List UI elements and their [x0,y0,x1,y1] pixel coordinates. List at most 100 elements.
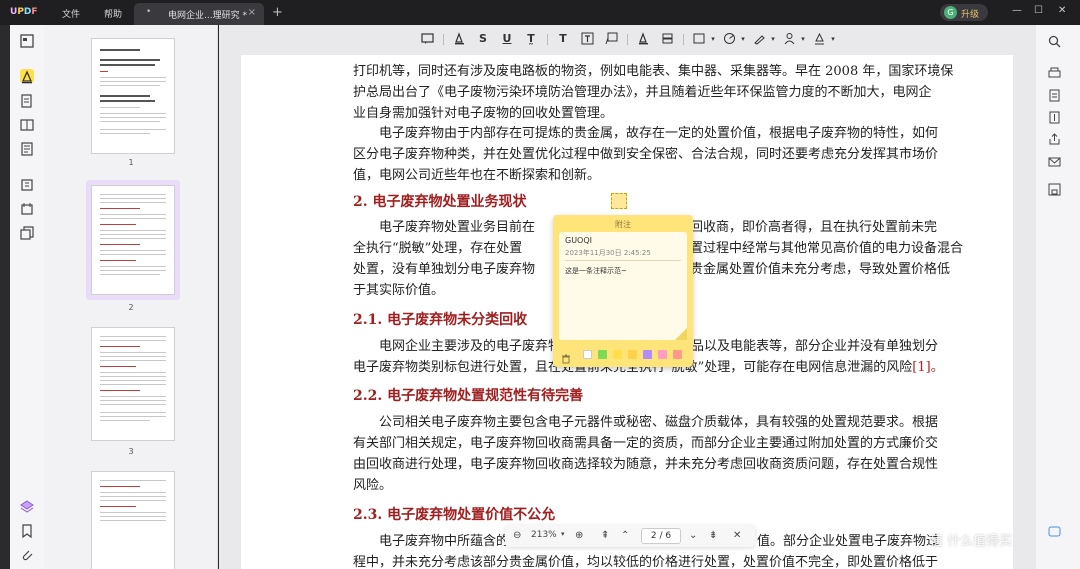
thumbnail-page-1[interactable] [91,38,175,154]
stamp-dropdown-icon[interactable]: ▾ [735,31,751,47]
color-swatch[interactable] [643,350,652,359]
color-swatch[interactable] [673,350,682,359]
save-icon[interactable] [1048,181,1061,196]
pages-stack-icon[interactable] [20,225,34,240]
text-tool-icon[interactable]: T [555,31,571,47]
callout-tool-icon[interactable] [603,31,619,47]
doc-line: 值。部分企业处置电子废弃物过 [757,534,940,549]
note-text[interactable]: 这是一条注释示范~ [565,266,627,276]
next-page-icon[interactable]: ⌄ [689,530,697,541]
thumbnail-page-2[interactable] [91,185,175,295]
bookmark-icon[interactable] [20,523,34,539]
signature-dropdown-icon[interactable]: ▾ [825,31,841,47]
form-icon[interactable] [20,141,34,156]
color-swatch[interactable] [613,350,622,359]
avatar: G [944,6,957,19]
section-heading: 2.3. 电子废弃物处置价值不公允 [353,507,556,523]
pencil-tool-icon[interactable] [635,31,651,47]
pen-dropdown-icon[interactable]: ▾ [765,31,781,47]
doc-line: 处置过程中经常与其他常见高价值的电力设备混合 [677,241,964,256]
doc-line: 风险。 [353,478,393,493]
maximize-icon[interactable]: ☐ [1034,5,1043,16]
color-swatch[interactable] [598,350,607,359]
thumbnail-number: 1 [128,158,134,167]
pdf-page: 打印机等，同时还有涉及废电路板的物资，例如电能表、集中器、采集器等。早在 200… [241,55,1013,569]
doc-line: 处置，没有单独划分电子废弃物 [353,262,536,277]
upgrade-label: 升级 [961,10,980,20]
attachment-icon[interactable] [20,547,34,561]
organize-pages-icon[interactable] [20,117,34,131]
right-tool-rail [1036,25,1080,569]
zoom-level[interactable]: 213% [531,530,557,540]
document-tab[interactable]: • 电网企业...理研究 * × [134,3,264,25]
note-body[interactable]: GUOQI 2023年11月30日 2:45:25 这是一条注释示范~ [559,232,687,340]
note-header: 附注 [615,220,631,229]
minimize-icon[interactable]: — [1012,5,1022,16]
doc-line: 值，电网公司近些年也在不断探索和创新。 [353,168,601,183]
protect-icon[interactable] [20,201,34,215]
doc-line: 由回收商进行处理，电子废弃物回收商选择较为随意，并未充分考虑回收商资质问题，存在… [353,457,939,472]
new-tab-icon[interactable]: + [272,5,283,20]
doc-line: 于其实际价值。 [353,283,445,298]
watermark: 值 什么值得买 [930,534,1013,549]
thumbnail-page-4[interactable] [91,471,175,569]
color-swatch[interactable] [658,350,667,359]
color-swatch[interactable] [583,350,592,359]
edit-pdf-icon[interactable] [20,93,34,108]
note-timestamp: 2023年11月30日 2:45:25 [565,249,651,257]
document-view: S U T̰ T ▾ ▾ ▾ ▾ ▾ 打印机等，同时还有涉及废电路板的物资，例如… [219,25,1036,569]
sticker-dropdown-icon[interactable]: ▾ [795,31,811,47]
print-icon[interactable] [1048,65,1061,78]
doc-line: 电子废弃物中所蕴含的 [353,534,510,549]
page-navigation-bar: ⊖ 213% ▾ ⊕ ⇞ ⌃ 2 / 6 ⌄ ⇟ ✕ [505,525,755,547]
doc-line: 有关部门相关规定，电子废弃物回收商需具备一定的资质，而部分企业主要通过附加处置的… [353,436,939,451]
doc-line: 业自身需加强针对电子废物的回收处置管理。 [353,106,614,121]
shape-dropdown-icon[interactable]: ▾ [705,31,721,47]
close-nav-icon[interactable]: ✕ [733,530,741,541]
previous-page-icon[interactable]: ⌃ [621,530,629,541]
doc-line: 认回收商，即价高者得，且在执行处置前未完 [677,220,938,235]
comment-tool-icon[interactable] [20,69,34,84]
app-logo: UPDF [10,7,38,17]
zoom-in-icon[interactable]: ⊕ [575,530,583,541]
textbox-tool-icon[interactable] [579,31,595,47]
note-tool-icon[interactable] [419,31,435,47]
search-icon[interactable] [1048,33,1061,48]
last-page-icon[interactable]: ⇟ [709,530,717,541]
zoom-dropdown-icon[interactable]: ▾ [561,530,565,538]
convert-icon[interactable] [1048,87,1061,102]
doc-line: 内贵金属处置价值未充分考虑，导致处置价格低 [677,262,951,277]
layers-icon[interactable] [20,499,34,513]
ocr-icon[interactable] [20,177,34,191]
ai-assistant-icon[interactable] [1048,523,1061,537]
zoom-out-icon[interactable]: ⊖ [513,530,521,541]
doc-line: 区分电子废弃物种类，并在处置优化过程中做到安全保密、合法合规，同时还要考虑充分发… [353,147,939,162]
squiggly-tool-icon[interactable]: T̰ [523,31,539,47]
citation-link[interactable]: [1]。 [912,360,943,375]
thumbnail-page-3[interactable] [91,327,175,441]
share-icon[interactable] [1048,131,1061,145]
compress-icon[interactable] [1048,109,1061,124]
thumbnail-number: 3 [128,447,134,456]
reader-icon[interactable] [20,33,34,48]
tab-close-icon[interactable]: × [248,7,256,18]
underline-tool-icon[interactable]: U [499,31,515,47]
doc-line: 打印机等，同时还有涉及废电路板的物资，例如电能表、集中器、采集器等。早在 200… [353,64,954,79]
close-window-icon[interactable]: ✕ [1058,5,1066,16]
tab-unsaved-dot-icon: • [146,7,152,17]
left-tool-rail [10,25,44,569]
first-page-icon[interactable]: ⇞ [601,530,609,541]
trash-icon[interactable] [561,349,571,364]
menu-file[interactable]: 文件 [62,7,80,20]
sticky-note-marker-icon[interactable] [611,193,627,209]
upgrade-button[interactable]: G 升级 [940,4,988,21]
color-swatch[interactable] [628,350,637,359]
strikethrough-tool-icon[interactable]: S [475,31,491,47]
eraser-tool-icon[interactable] [659,31,675,47]
menu-help[interactable]: 帮助 [104,7,122,20]
page-indicator[interactable]: 2 / 6 [641,528,681,544]
email-icon[interactable] [1048,153,1061,167]
highlight-tool-icon[interactable] [451,31,467,47]
doc-line: 电子废弃物由于内部存在可提炼的贵金属，故存在一定的处置价值，根据电子废弃物的特性… [353,126,939,141]
section-heading: 2. 电子废弃物处置业务现状 [353,194,527,210]
